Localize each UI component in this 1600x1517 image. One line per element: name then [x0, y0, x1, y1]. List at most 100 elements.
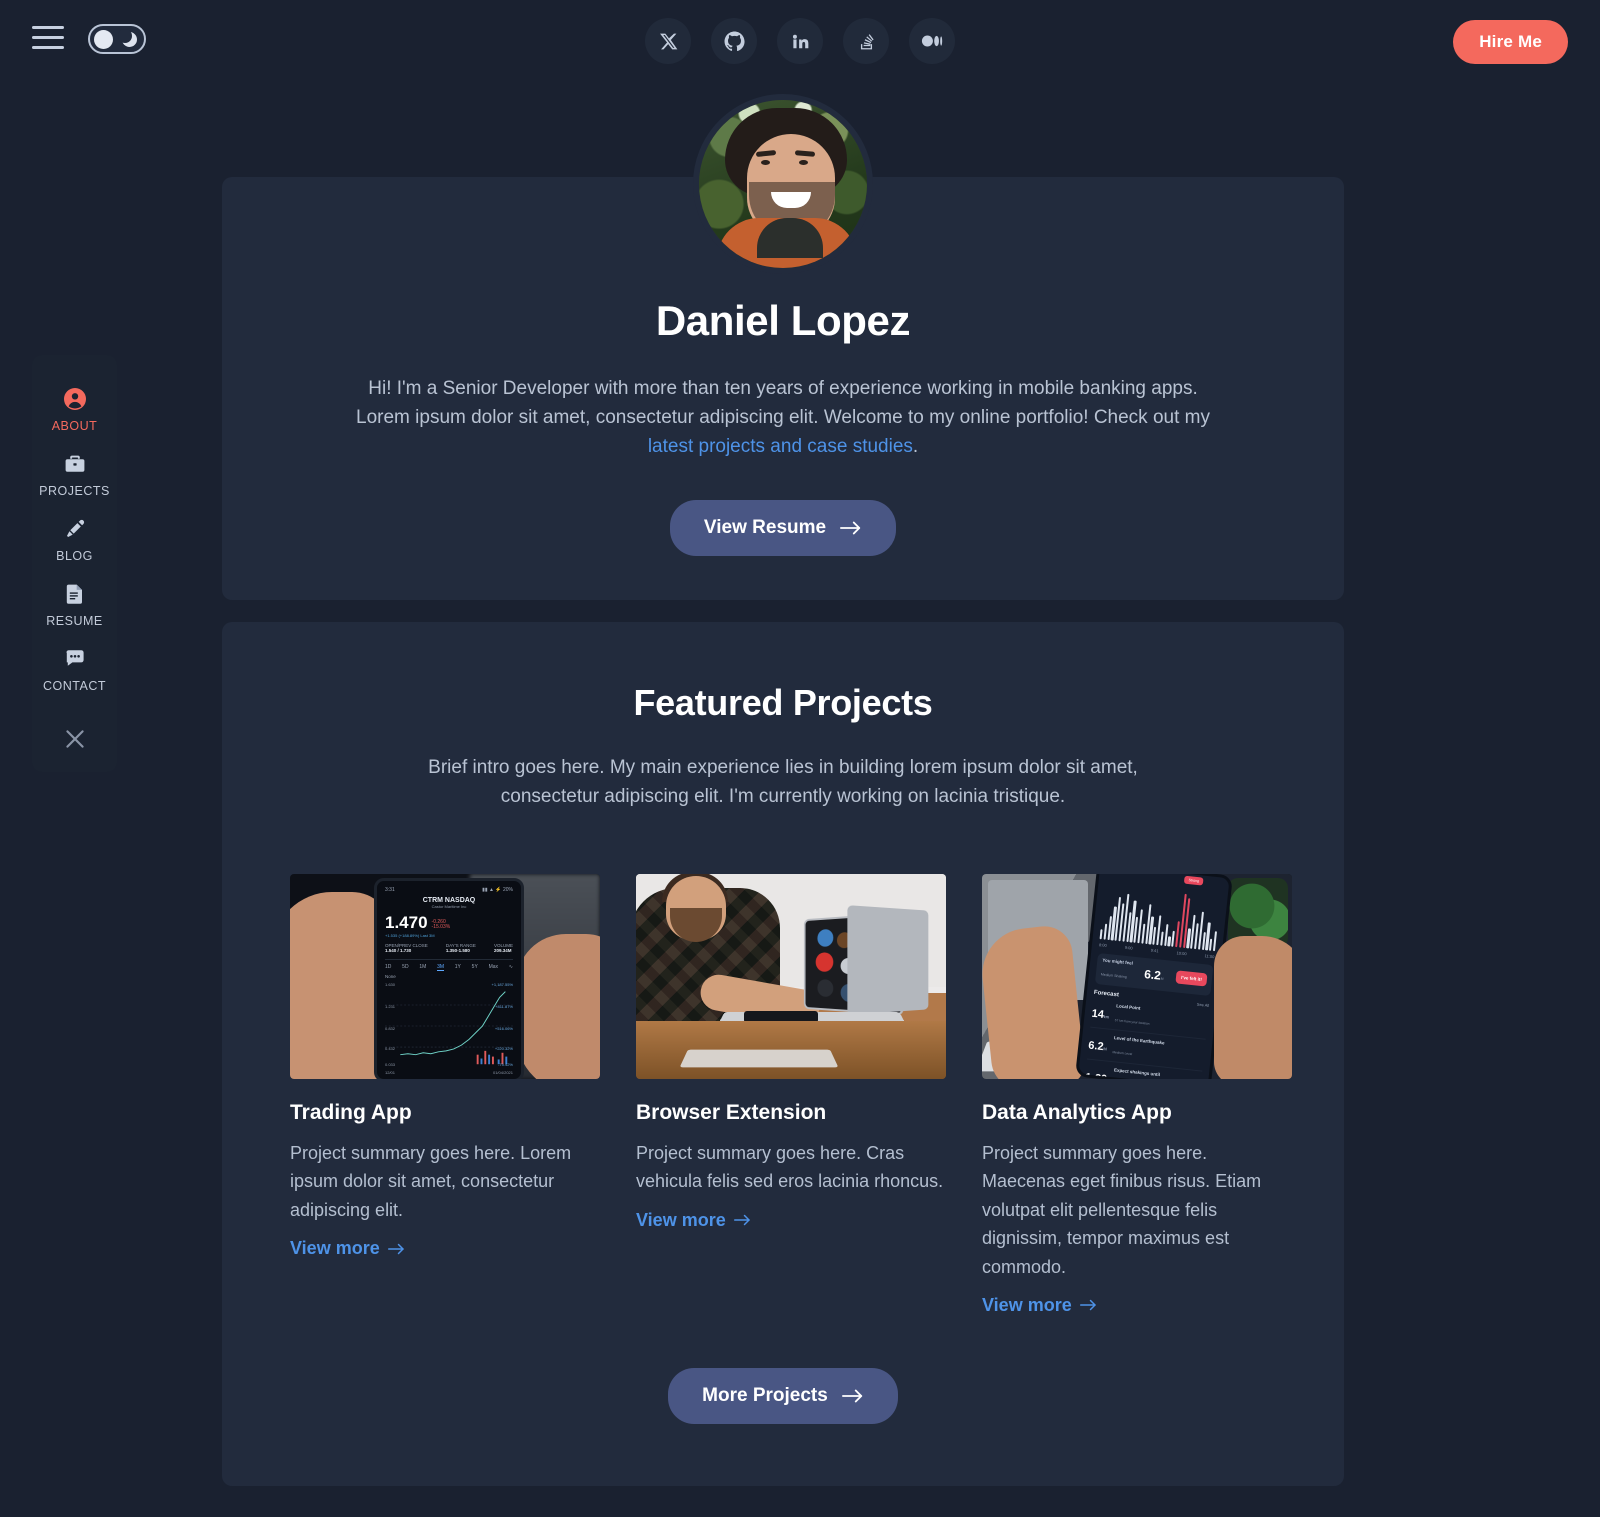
view-more-label: View more — [636, 1209, 726, 1230]
hamburger-bar — [32, 25, 64, 29]
range-tabs: 1D 5D 1M 3M 1Y 5Y Max ∿ — [385, 958, 513, 971]
sidebar-item-projects[interactable]: PROJECTS — [32, 442, 117, 507]
tab-3m[interactable]: 3M — [437, 964, 445, 971]
social-links — [645, 18, 955, 64]
top-bar: Hire Me — [0, 0, 1600, 84]
more-projects-button[interactable]: More Projects — [668, 1367, 898, 1424]
ive-felt-it-button[interactable]: I've felt it! — [1175, 970, 1208, 987]
row-title: Expect shakings until — [1113, 1067, 1161, 1077]
row-unit: M — [1103, 1045, 1108, 1051]
document-icon — [62, 581, 88, 607]
pct-label: -75.42% — [498, 1061, 513, 1067]
hamburger-bar — [32, 45, 64, 49]
project-thumbnail-browser-extension[interactable] — [636, 873, 946, 1079]
pct-label: +220.32% — [494, 1045, 513, 1051]
profile-photo — [699, 100, 867, 268]
arrow-right-icon — [733, 1214, 750, 1226]
project-thumbnail-data-analytics-app[interactable]: Strong 8:00 9:00 9:41 10:00 11:00 You mi… — [982, 873, 1292, 1079]
view-more-link[interactable]: View more — [982, 1295, 1098, 1316]
row-value: 6.2 — [1087, 1038, 1105, 1053]
project-card: Strong 8:00 9:00 9:41 10:00 11:00 You mi… — [982, 873, 1292, 1316]
page-title: Daniel Lopez — [655, 297, 911, 344]
sidebar-item-label: BLOG — [56, 549, 93, 563]
feel-panel: You might feel Medium Shaking 6.2M I've … — [1094, 952, 1214, 996]
dark-mode-toggle[interactable] — [88, 24, 146, 54]
project-thumbnail-trading-app[interactable]: 3:31 ▮▮ ▲ ⚡ 20% CTRM NASDAQ Castor Marit… — [290, 873, 600, 1079]
toggle-knob — [94, 29, 113, 49]
stackoverflow-icon — [860, 33, 874, 49]
strong-badge: Strong — [1184, 875, 1204, 886]
tab-max[interactable]: Max — [489, 964, 498, 971]
about-bio: Hi! I'm a Senior Developer with more tha… — [353, 375, 1213, 462]
tab-1m[interactable]: 1M — [419, 964, 426, 971]
hire-me-button[interactable]: Hire Me — [1453, 20, 1568, 64]
social-link-linkedin[interactable] — [777, 18, 823, 64]
view-more-label: View more — [290, 1238, 380, 1259]
latest-projects-link[interactable]: latest projects and case studies — [648, 436, 913, 457]
thumb-time: 3:31 — [385, 886, 395, 893]
arrow-right-icon — [841, 1389, 862, 1403]
axis-tick: 9:00 — [1124, 944, 1133, 951]
company-name: Castor Maritime Inc — [431, 903, 467, 909]
sidebar-item-blog[interactable]: BLOG — [32, 507, 117, 572]
person-icon — [62, 386, 88, 412]
project-description: Project summary goes here. Lorem ipsum d… — [290, 1142, 572, 1220]
social-link-stackoverflow[interactable] — [843, 18, 889, 64]
phone-screen-trading: 3:31 ▮▮ ▲ ⚡ 20% CTRM NASDAQ Castor Marit… — [374, 877, 524, 1079]
linkedin-icon — [792, 34, 808, 48]
view-more-label: View more — [982, 1294, 1072, 1315]
arrow-right-icon — [1079, 1300, 1096, 1311]
pen-icon — [62, 516, 88, 542]
view-more-link[interactable]: View more — [636, 1210, 752, 1231]
stock-price: 1.470 — [385, 912, 428, 932]
y-label: 0.432 — [385, 1045, 396, 1051]
sidebar-item-label: CONTACT — [43, 679, 106, 693]
bio-text-part1: Hi! I'm a Senior Developer with more tha… — [356, 378, 1210, 428]
row-unit: km — [1103, 1013, 1110, 1019]
chat-bubble-icon — [62, 646, 88, 672]
y-label: 0.832 — [385, 1025, 396, 1031]
magnitude-unit: M — [1160, 975, 1164, 981]
avatar — [693, 94, 873, 274]
project-description: Project summary goes here. Cras vehicula… — [636, 1142, 944, 1192]
tab-5d[interactable]: 5D — [402, 964, 408, 971]
view-resume-label: View Resume — [703, 516, 827, 538]
tab-1d[interactable]: 1D — [385, 964, 391, 971]
sidebar-item-contact[interactable]: CONTACT — [32, 637, 117, 702]
seismic-bar-chart — [1099, 883, 1221, 952]
see-all-link[interactable]: See All — [1197, 1001, 1210, 1007]
project-card: Browser Extension Project summary goes h… — [636, 873, 946, 1231]
sidebar-item-label: PROJECTS — [39, 484, 110, 498]
y-label: 0.033 — [385, 1061, 396, 1067]
social-link-medium[interactable] — [909, 18, 955, 64]
projects-grid: 3:31 ▮▮ ▲ ⚡ 20% CTRM NASDAQ Castor Marit… — [290, 873, 1292, 1316]
row-title: Level of the Earthquake — [1113, 1034, 1165, 1046]
axis-tick: 11:00 — [1204, 952, 1215, 959]
about-card: Daniel Lopez Hi! I'm a Senior Developer … — [222, 94, 1344, 600]
feel-label: You might feel — [1102, 957, 1134, 966]
social-link-github[interactable] — [711, 18, 757, 64]
sidebar-item-resume[interactable]: RESUME — [32, 572, 117, 637]
hamburger-menu-icon[interactable] — [32, 22, 68, 52]
date-right: 01/04/2021 — [492, 1069, 513, 1075]
project-title: Data Analytics App — [982, 1100, 1172, 1124]
project-title: Browser Extension — [636, 1100, 827, 1124]
view-more-link[interactable]: View more — [290, 1238, 406, 1259]
close-icon[interactable] — [58, 722, 92, 756]
social-link-x[interactable] — [645, 18, 691, 64]
hand-shape — [516, 933, 600, 1079]
sidebar-item-about[interactable]: ABOUT — [32, 377, 117, 442]
project-card: 3:31 ▮▮ ▲ ⚡ 20% CTRM NASDAQ Castor Marit… — [290, 873, 600, 1259]
chart-type-icon[interactable]: ∿ — [509, 964, 513, 971]
magnitude-value: 6.2 — [1143, 966, 1162, 982]
price-change-pct: -15.03% — [431, 924, 451, 931]
project-title: Trading App — [290, 1100, 412, 1124]
y-label: 1.231 — [385, 1003, 396, 1009]
arrow-right-icon — [840, 521, 861, 535]
axis-tick: 9:41 — [1150, 947, 1159, 954]
bio-text-part2: . — [912, 435, 919, 457]
tab-5y[interactable]: 5Y — [472, 964, 478, 971]
view-resume-button[interactable]: View Resume — [669, 499, 897, 556]
pct-label: +1,187.55% — [491, 981, 513, 987]
tab-1y[interactable]: 1Y — [455, 964, 461, 971]
